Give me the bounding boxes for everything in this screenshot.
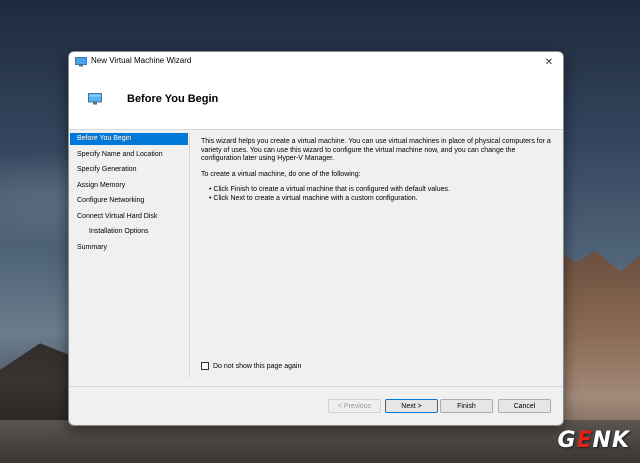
wizard-window: New Virtual Machine Wizard ✕ Before You … [68,51,564,426]
nav-item-assign-memory[interactable]: Assign Memory [70,180,188,192]
nav-item-connect-virtual-hard-disk[interactable]: Connect Virtual Hard Disk [70,211,188,223]
instruction-text: To create a virtual machine, do one of t… [201,170,361,178]
close-icon: ✕ [544,57,554,68]
genk-watermark-logo: GENK [557,428,630,453]
nav-item-specify-generation[interactable]: Specify Generation [70,164,188,176]
do-not-show-checkbox[interactable] [201,362,209,370]
nav-item-specify-name-location[interactable]: Specify Name and Location [70,149,188,161]
wizard-footer: < Previous Next > Finish Cancel [69,386,563,425]
intro-text: This wizard helps you create a virtual m… [201,138,551,162]
next-button[interactable]: Next > [385,399,438,413]
nav-item-summary[interactable]: Summary [70,242,188,254]
wizard-content: This wizard helps you create a virtual m… [201,138,551,203]
virtual-machine-icon [75,57,87,67]
bullet-next: • Click Next to create a virtual machine… [209,194,418,202]
page-title: Before You Begin [127,93,219,105]
ground [0,420,640,463]
desktop-background: New Virtual Machine Wizard ✕ Before You … [0,0,640,463]
finish-button[interactable]: Finish [440,399,493,413]
do-not-show-label[interactable]: Do not show this page again [213,363,301,370]
nav-item-installation-options[interactable]: Installation Options [70,226,188,238]
previous-button[interactable]: < Previous [328,399,381,413]
title-bar[interactable]: New Virtual Machine Wizard ✕ [69,52,563,73]
window-title: New Virtual Machine Wizard [91,56,192,65]
wizard-header: Before You Begin [69,73,563,130]
virtual-machine-icon [88,93,102,105]
close-button[interactable]: ✕ [535,52,563,73]
nav-item-before-you-begin[interactable]: Before You Begin [70,133,188,145]
bullet-finish: • Click Finish to create a virtual machi… [209,186,450,193]
nav-item-configure-networking[interactable]: Configure Networking [70,195,188,207]
cancel-button[interactable]: Cancel [498,399,551,413]
wizard-steps-nav: Before You Begin Specify Name and Locati… [69,133,190,378]
do-not-show-row: Do not show this page again [201,362,301,370]
